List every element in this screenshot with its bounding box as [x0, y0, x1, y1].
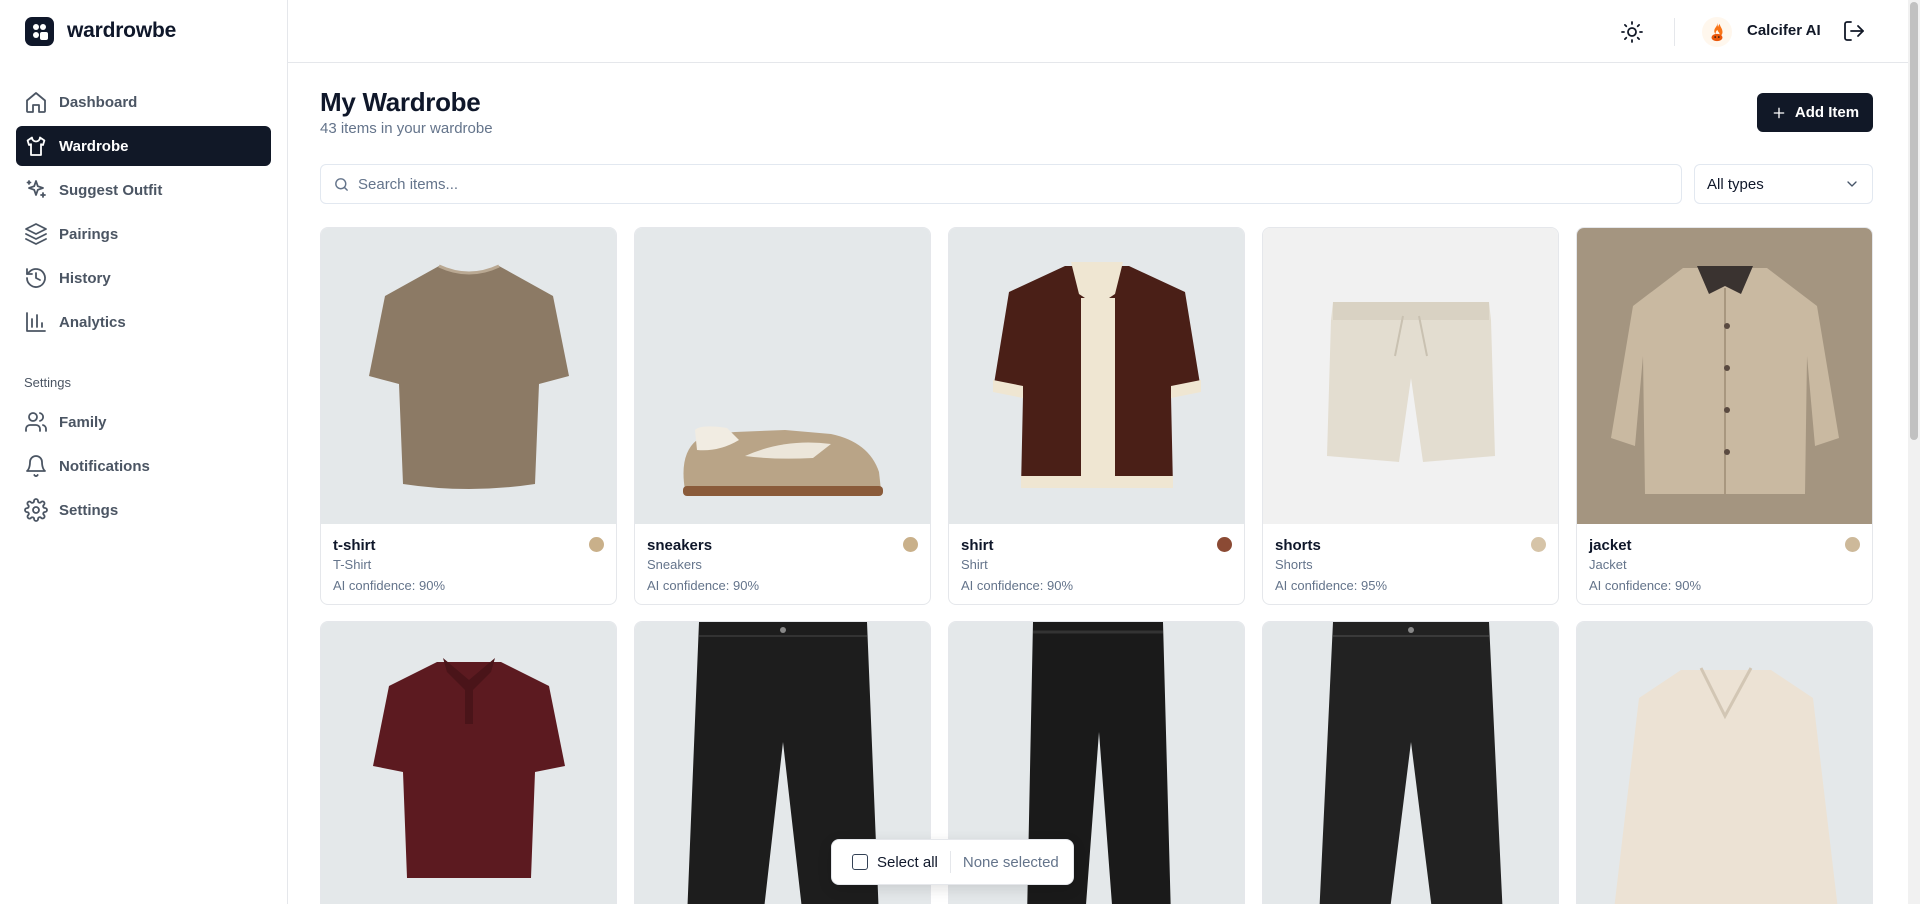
users-icon — [25, 412, 47, 432]
search-icon — [335, 177, 348, 191]
item-confidence: AI confidence: 90% — [333, 578, 446, 593]
item-color-dot — [1217, 537, 1232, 552]
search-box — [320, 164, 1682, 204]
wardrobe-item-card[interactable] — [1576, 621, 1873, 904]
avatar[interactable] — [1702, 17, 1732, 47]
sidebar-item-history[interactable]: History — [16, 258, 271, 298]
bell-icon — [26, 455, 46, 477]
item-name: jacket — [1589, 537, 1632, 554]
brand[interactable]: wardrowbe — [0, 0, 287, 62]
add-item-button[interactable]: Add Item — [1757, 93, 1873, 132]
sidebar-item-family[interactable]: Family — [16, 402, 271, 442]
item-image-shirt — [949, 228, 1244, 524]
shirt-icon — [26, 136, 46, 156]
sidebar-item-analytics[interactable]: Analytics — [16, 302, 271, 342]
add-item-label: Add Item — [1794, 104, 1860, 121]
item-image-sneakers — [635, 228, 930, 524]
brand-name: wardrowbe — [67, 19, 177, 42]
main-content: My Wardrobe 43 items in your wardrobe Ad… — [288, 63, 1908, 904]
wardrobe-item-card[interactable] — [1262, 621, 1559, 904]
sidebar-item-dashboard[interactable]: Dashboard — [16, 82, 271, 122]
item-name: sneakers — [647, 537, 713, 554]
item-color-dot — [589, 537, 604, 552]
plus-icon — [1773, 107, 1785, 118]
type-filter-value: All types — [1707, 175, 1764, 193]
item-confidence: AI confidence: 90% — [1589, 578, 1702, 593]
item-image-polo — [321, 622, 616, 904]
sidebar-item-settings[interactable]: Settings — [16, 490, 271, 530]
item-name: shorts — [1275, 537, 1321, 554]
brand-logo-icon — [25, 16, 54, 46]
home-icon — [26, 92, 46, 113]
logout-icon — [1844, 21, 1864, 41]
item-type: Shorts — [1275, 557, 1313, 572]
sidebar-item-label: Settings — [59, 501, 119, 519]
scrollbar-thumb[interactable] — [1910, 2, 1918, 440]
item-image-black-jeans — [1263, 622, 1558, 904]
item-image-sweater — [1577, 622, 1872, 904]
page-title: My Wardrobe — [320, 87, 481, 117]
sidebar-item-label: History — [59, 269, 111, 287]
topbar: Calcifer AI — [288, 0, 1908, 63]
logout-button[interactable] — [1842, 19, 1868, 45]
item-type: T-Shirt — [333, 557, 372, 572]
item-confidence: AI confidence: 95% — [1275, 578, 1388, 593]
theme-toggle-button[interactable] — [1620, 20, 1644, 44]
sidebar-item-label: Family — [59, 413, 107, 431]
selection-status: None selected — [962, 853, 1059, 871]
search-input[interactable] — [358, 175, 1658, 193]
item-image-shorts — [1263, 228, 1558, 524]
wardrobe-item-card[interactable]: jacket Jacket AI confidence: 90% — [1576, 227, 1873, 605]
layers-icon — [25, 223, 47, 245]
main-nav: Dashboard Wardrobe Suggest Outfit Pairin… — [16, 82, 271, 346]
item-type: Sneakers — [647, 557, 702, 572]
type-filter-select[interactable]: All types — [1694, 164, 1873, 204]
item-image-jacket — [1577, 228, 1872, 524]
sidebar-item-pairings[interactable]: Pairings — [16, 214, 271, 254]
sidebar-item-label: Suggest Outfit — [59, 181, 163, 199]
topbar-divider — [1674, 18, 1675, 46]
chevron-down-icon — [1847, 181, 1857, 187]
sidebar-item-label: Pairings — [59, 225, 119, 243]
item-color-dot — [1531, 537, 1546, 552]
sidebar-item-notifications[interactable]: Notifications — [16, 446, 271, 486]
sidebar-item-label: Wardrobe — [59, 137, 129, 155]
sun-icon — [1621, 21, 1643, 43]
settings-nav: Family Notifications Settings — [16, 402, 271, 534]
settings-section-title: Settings — [24, 375, 71, 390]
item-confidence: AI confidence: 90% — [647, 578, 760, 593]
sidebar-item-label: Notifications — [59, 457, 150, 475]
wardrobe-item-card[interactable]: sneakers Sneakers AI confidence: 90% — [634, 227, 931, 605]
sidebar-item-suggest-outfit[interactable]: Suggest Outfit — [16, 170, 271, 210]
gear-icon — [24, 498, 48, 522]
item-type: Shirt — [961, 557, 988, 572]
wardrobe-item-card[interactable]: shirt Shirt AI confidence: 90% — [948, 227, 1245, 605]
item-type: Jacket — [1589, 557, 1627, 572]
sidebar: wardrowbe Dashboard Wardrobe Suggest Out… — [0, 0, 288, 904]
select-all-label[interactable]: Select all — [877, 854, 938, 871]
user-name[interactable]: Calcifer AI — [1747, 22, 1821, 39]
item-color-dot — [1845, 537, 1860, 552]
sidebar-item-label: Analytics — [59, 313, 126, 331]
sidebar-item-wardrobe[interactable]: Wardrobe — [16, 126, 271, 166]
history-icon — [26, 268, 46, 288]
select-all-checkbox[interactable] — [852, 854, 868, 870]
page-scrollbar[interactable] — [1908, 0, 1920, 904]
bar-chart-icon — [26, 312, 46, 332]
wardrobe-item-card[interactable]: shorts Shorts AI confidence: 95% — [1262, 227, 1559, 605]
item-name: t-shirt — [333, 537, 376, 554]
item-confidence: AI confidence: 90% — [961, 578, 1074, 593]
item-name: shirt — [961, 537, 994, 554]
wardrobe-item-card[interactable]: t-shirt T-Shirt AI confidence: 90% — [320, 227, 617, 605]
fire-avatar-icon — [1711, 22, 1723, 42]
page-subtitle: 43 items in your wardrobe — [320, 120, 493, 137]
item-color-dot — [903, 537, 918, 552]
item-image-tshirt — [321, 228, 616, 524]
selection-divider — [949, 851, 951, 873]
selection-bar: Select all None selected — [831, 839, 1074, 885]
sidebar-item-label: Dashboard — [59, 93, 138, 111]
wardrobe-item-card[interactable] — [320, 621, 617, 904]
sparkles-icon — [26, 180, 46, 198]
